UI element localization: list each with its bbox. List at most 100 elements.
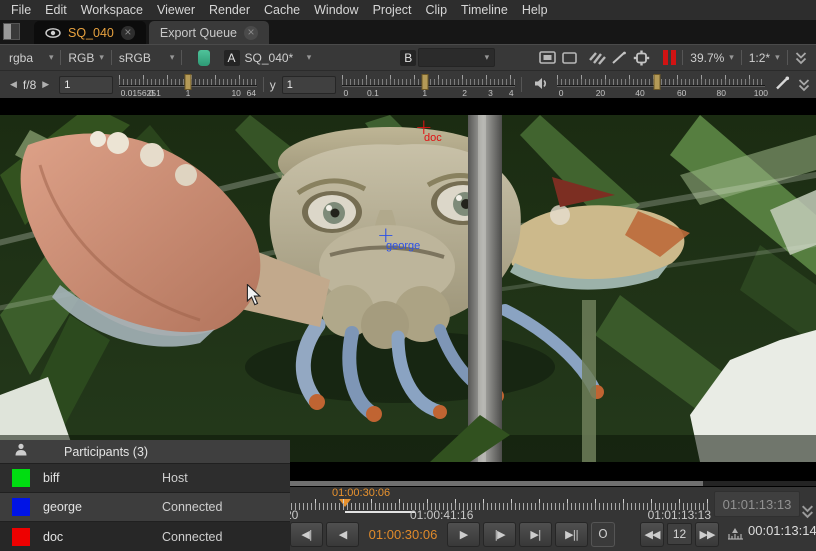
cached-range-indicator [345, 511, 415, 513]
menu-render[interactable]: Render [202, 3, 257, 17]
participant-name: doc [43, 530, 162, 544]
gamma-slider-handle[interactable] [421, 74, 428, 90]
divider [682, 50, 683, 65]
timeline-ruler-icon[interactable] [728, 527, 743, 545]
caret-down-icon: ▾ [99, 52, 104, 63]
pause-icon[interactable] [659, 48, 679, 68]
menu-workspace[interactable]: Workspace [74, 3, 150, 17]
menu-project[interactable]: Project [366, 3, 419, 17]
layout-panel-icon[interactable] [3, 23, 20, 40]
zoom-value: 39.7% [690, 51, 724, 65]
caret-down-icon: ▾ [307, 52, 312, 63]
timeline-ruler[interactable]: 01:00:30:06 20 01:00:41:16 01:01:13:13 [285, 487, 711, 521]
participant-row[interactable]: george Connected [0, 492, 290, 521]
goto-end-button[interactable]: ▶|| [555, 522, 588, 547]
step-back-button[interactable]: ◀| [290, 522, 323, 547]
loop-mode-button[interactable]: O [591, 522, 615, 547]
tab-sq-040[interactable]: SQ_040 × [34, 21, 146, 44]
double-chevron-down-icon[interactable] [791, 48, 811, 68]
menu-file[interactable]: File [4, 3, 38, 17]
caret-down-icon: ▾ [485, 52, 490, 63]
close-icon[interactable]: × [244, 26, 258, 40]
divider [521, 77, 522, 92]
play-button[interactable]: ▶ [447, 522, 480, 547]
menu-window[interactable]: Window [307, 3, 365, 17]
eye-icon [45, 28, 61, 38]
menu-edit[interactable]: Edit [38, 3, 74, 17]
input-a-label: A [224, 50, 240, 66]
input-b-dropdown[interactable]: ▾ [418, 48, 495, 67]
out-timecode-field[interactable]: 01:01:13:13 [714, 491, 800, 517]
format-frame-icon[interactable] [559, 48, 579, 68]
participant-row[interactable]: biff Host [0, 463, 290, 492]
stops-next-icon[interactable]: ▶ [38, 80, 53, 90]
divider [263, 77, 264, 92]
duration-display: 00:01:13:14 [748, 523, 814, 538]
viewer-canvas[interactable]: + doc + george [0, 98, 816, 487]
tick-label: 2 [462, 88, 467, 98]
participants-panel: Participants (3) biff Host george Connec… [0, 440, 290, 551]
menu-cache[interactable]: Cache [257, 3, 307, 17]
person-icon [14, 443, 28, 461]
next-edit-button[interactable]: ▶| [519, 522, 552, 547]
mouse-cursor-icon [246, 284, 262, 311]
tag-icon[interactable] [198, 50, 209, 66]
channels-value: rgba [9, 51, 33, 65]
play-backward-button[interactable]: ◀ [326, 522, 359, 547]
gain-input[interactable] [59, 76, 113, 94]
menu-help[interactable]: Help [515, 3, 555, 17]
divider [787, 50, 788, 65]
menu-clip[interactable]: Clip [419, 3, 455, 17]
display-window-icon[interactable] [537, 48, 557, 68]
tab-export-queue[interactable]: Export Queue × [149, 21, 269, 44]
ruler-ticks [287, 503, 709, 510]
roi-gear-icon[interactable] [632, 48, 652, 68]
step-forward-button[interactable]: |▶ [483, 522, 516, 547]
double-chevron-down-icon[interactable] [798, 78, 810, 92]
current-timecode-field[interactable]: 01:00:30:06 [362, 527, 444, 542]
tick-label: 40 [635, 88, 644, 98]
fast-forward-button[interactable]: ▶▶ [695, 522, 719, 547]
display-dropdown[interactable]: RGB ▾ [63, 49, 109, 67]
scrollbar-thumb[interactable] [290, 481, 703, 486]
gamma-input[interactable] [282, 76, 336, 94]
participant-color-swatch [12, 469, 30, 487]
volume-slider-handle[interactable] [653, 74, 660, 90]
close-icon[interactable]: × [121, 26, 135, 40]
channels-dropdown[interactable]: rgba ▾ [4, 49, 58, 67]
fps-field[interactable]: 12 [667, 523, 692, 545]
volume-slider[interactable]: 0 20 40 60 80 100 [557, 72, 765, 98]
gain-slider-handle[interactable] [185, 74, 192, 90]
wipe-icon[interactable] [587, 48, 607, 68]
input-a-dropdown[interactable]: SQ_040* ▾ [240, 49, 317, 67]
proxy-dropdown[interactable]: 1:2* ▾ [744, 49, 785, 67]
gamma-label: y [270, 78, 276, 92]
eyedropper-icon[interactable] [775, 76, 790, 93]
tick-label: 80 [717, 88, 726, 98]
participant-row[interactable]: doc Connected [0, 521, 290, 551]
participant-color-swatch [12, 498, 30, 516]
tick-label: 20 [596, 88, 605, 98]
pen-icon[interactable] [609, 48, 629, 68]
double-chevron-down-icon[interactable] [801, 504, 814, 524]
gain-slider[interactable]: 0.015625 0.1 1 10 64 [119, 72, 257, 98]
caret-down-icon: ▾ [49, 52, 54, 63]
menu-viewer[interactable]: Viewer [150, 3, 202, 17]
proxy-value: 1:2* [749, 51, 770, 65]
transport-controls: ◀| ◀ 01:00:30:06 ▶ |▶ ▶| ▶|| O ◀◀ 12 ▶▶ [290, 520, 719, 548]
participant-status: Host [162, 471, 188, 485]
divider [181, 50, 182, 65]
timeline-scrollbar[interactable] [285, 481, 816, 486]
tab-label: SQ_040 [68, 26, 114, 40]
gamma-slider[interactable]: 0 0.1 1 2 3 4 [342, 72, 515, 98]
annotation-label: doc [424, 132, 442, 144]
menu-timeline[interactable]: Timeline [454, 3, 515, 17]
fast-backward-button[interactable]: ◀◀ [640, 522, 664, 547]
colorspace-dropdown[interactable]: sRGB ▾ [114, 49, 180, 67]
stops-prev-icon[interactable]: ◀ [6, 80, 21, 90]
tick-label: 0 [559, 88, 564, 98]
zoom-dropdown[interactable]: 39.7% ▾ [685, 49, 739, 67]
speaker-icon[interactable] [534, 77, 549, 93]
participant-status: Connected [162, 530, 222, 544]
application-window: File Edit Workspace Viewer Render Cache … [0, 0, 816, 551]
